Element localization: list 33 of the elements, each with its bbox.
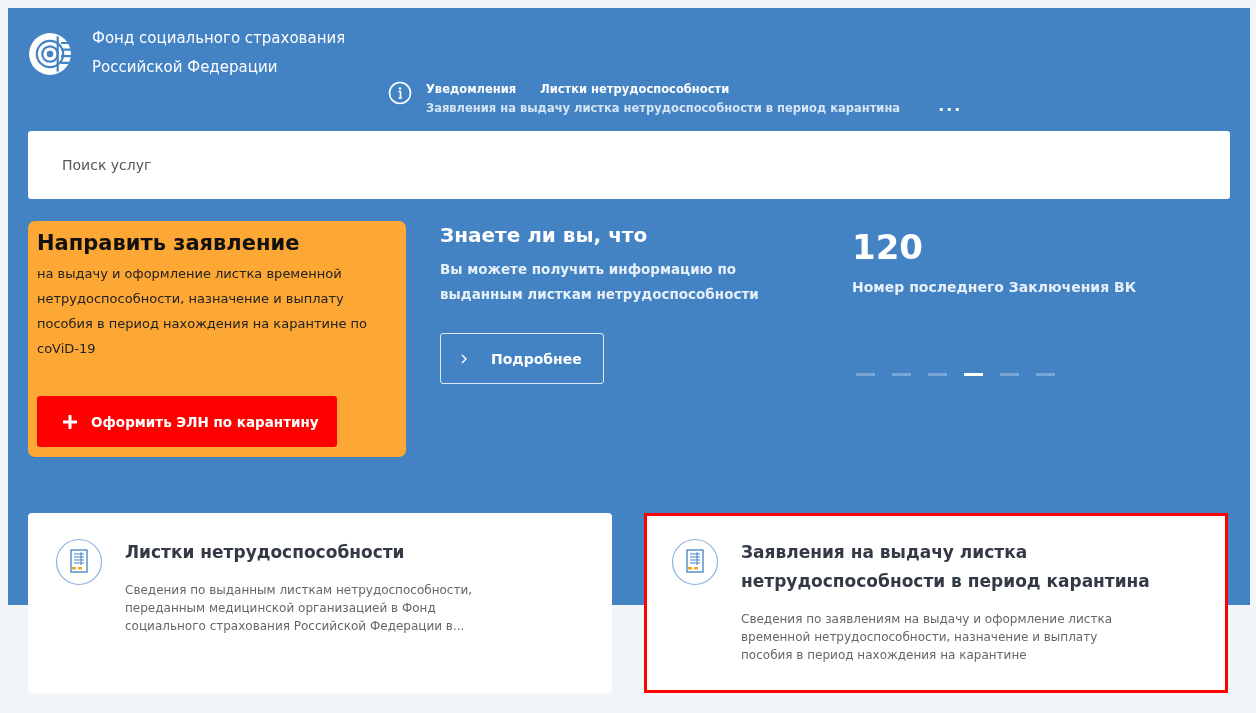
card-title: Листки нетрудоспособности bbox=[125, 541, 406, 564]
promo-text: на выдачу и оформление листка временной нетрудоспособности, назначение и выплату пособия в период нахождения на карантине по coViD-19 bbox=[37, 265, 368, 358]
slide-indicator[interactable] bbox=[928, 373, 947, 376]
slide-indicator[interactable] bbox=[1000, 373, 1019, 376]
chevron-icon bbox=[461, 353, 467, 364]
logo-icon bbox=[28, 32, 72, 76]
more-button[interactable]: ... bbox=[938, 96, 963, 115]
document-icon bbox=[671, 538, 719, 586]
document-icon bbox=[55, 538, 103, 586]
nav-link[interactable]: Листки нетрудоспособности bbox=[540, 82, 730, 96]
promo-title: Направить заявление bbox=[37, 231, 301, 255]
nav-link[interactable]: Заявления на выдачу листка нетрудоспособности в период карантина bbox=[426, 100, 901, 115]
tip-title: Знаете ли вы, что bbox=[440, 223, 649, 247]
stat-value: 120 bbox=[852, 227, 924, 267]
card-description: Сведения по выданным листкам нетрудоспособности, переданным медицинской организацией в Фонд социального страхования Российской Федерации в... bbox=[125, 582, 474, 635]
stat-label: Номер последнего Заключения ВК bbox=[852, 279, 1137, 295]
nav-link[interactable]: Уведомления bbox=[426, 82, 517, 96]
apply-button[interactable]: Оформить ЭЛН по карантину bbox=[37, 396, 337, 447]
card-description: Сведения по заявлениям на выдачу и оформление листка временной нетрудоспособности, назначение и выплату пособия в период нахождения на карантине bbox=[741, 611, 1113, 664]
slide-indicator[interactable] bbox=[856, 373, 875, 376]
slide-indicator[interactable] bbox=[964, 373, 983, 376]
tip-text: Вы можете получить информацию по выданным листкам нетрудоспособности bbox=[440, 260, 760, 304]
org-name: Фонд социального страхования bbox=[92, 28, 346, 49]
card-title: Заявления на выдачу листка нетрудоспособности в период карантина bbox=[741, 541, 1151, 593]
more-info-button[interactable]: Подробнее bbox=[440, 333, 604, 384]
slide-indicator[interactable] bbox=[1036, 373, 1055, 376]
service-card[interactable]: Листки нетрудоспособности Сведения по выданным листкам нетрудоспособности, переданным медицинской организацией в Фонд социального страхования Российской Федерации в... bbox=[28, 513, 612, 693]
plus-icon bbox=[63, 414, 77, 429]
info-icon[interactable] bbox=[388, 81, 412, 105]
slide-indicator[interactable] bbox=[892, 373, 911, 376]
service-card[interactable] bbox=[644, 513, 1228, 693]
search-field[interactable]: Поиск услуг bbox=[28, 131, 1230, 199]
org-name: Российской Федерации bbox=[92, 57, 279, 78]
